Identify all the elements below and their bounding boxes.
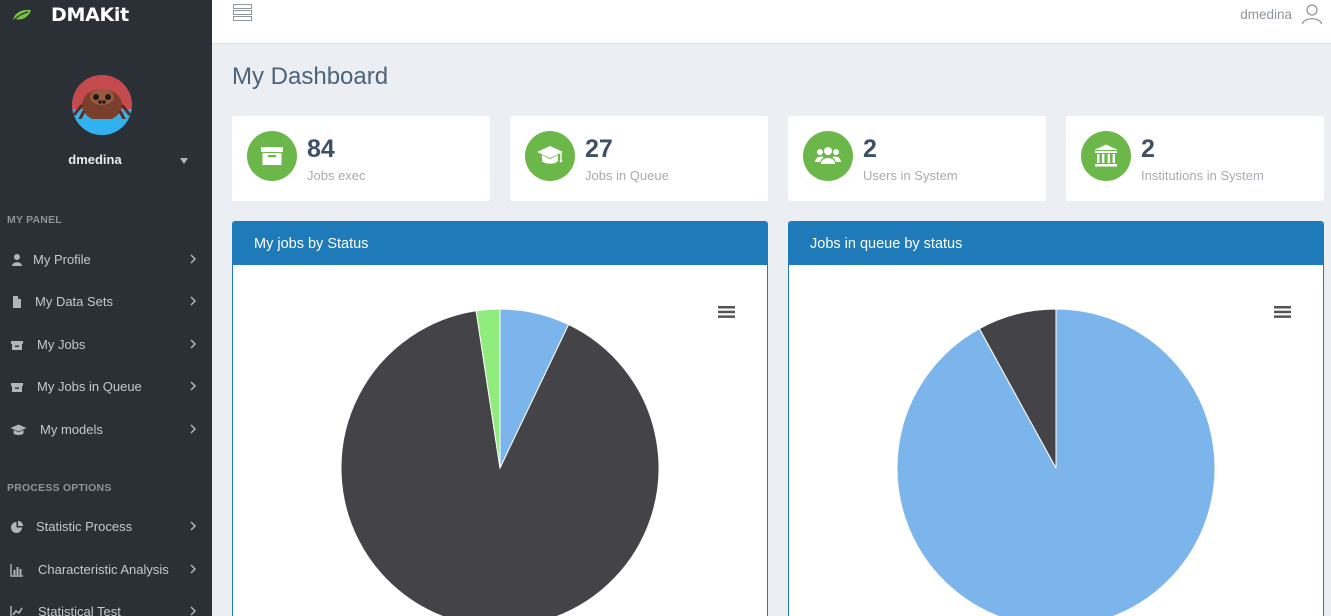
panel-title: Jobs in queue by status [789, 222, 1323, 265]
graduation-cap-icon [537, 146, 563, 164]
line-chart-icon [10, 606, 23, 616]
chevron-right-icon [190, 254, 197, 264]
sidebar-item-label: My Profile [33, 252, 91, 267]
institution-icon [1094, 144, 1118, 167]
archive-icon [11, 341, 23, 350]
sidebar-user-name: dmedina [68, 152, 122, 167]
sidebar: DMAKit dmedina MY PANEL My Profile My Da… [0, 0, 212, 616]
sidebar-item-label: Characteristic Analysis [38, 562, 169, 577]
panel-jobs-in-queue-by-status: Jobs in queue by status [788, 221, 1324, 616]
bar-chart-icon [10, 564, 23, 577]
stat-icon-badge [247, 131, 297, 181]
pie-chart-icon [11, 520, 24, 533]
brand[interactable]: DMAKit [0, 0, 212, 30]
pie-chart-my-jobs [340, 308, 660, 616]
panel-title: My jobs by Status [233, 222, 767, 265]
stat-card-jobs-exec: 84 Jobs exec [232, 116, 490, 201]
users-icon [815, 147, 841, 164]
chevron-right-icon [190, 296, 197, 306]
chevron-right-icon [190, 521, 197, 531]
stat-card-institutions-in-system: 2 Institutions in System [1066, 116, 1324, 201]
leaf-icon [13, 9, 31, 21]
stat-label: Jobs exec [307, 168, 366, 183]
graduation-cap-icon [10, 424, 27, 435]
stat-card-users-in-system: 2 Users in System [788, 116, 1046, 201]
sidebar-item-my-jobs-in-queue[interactable]: My Jobs in Queue [0, 375, 212, 399]
user-outline-icon[interactable] [1301, 3, 1323, 25]
panel-my-jobs-by-status: My jobs by Status [232, 221, 768, 616]
archive-icon [261, 147, 283, 165]
stat-label: Users in System [863, 168, 958, 183]
stat-value: 2 [1141, 135, 1155, 163]
stat-card-jobs-in-queue: 27 Jobs in Queue [510, 116, 768, 201]
stat-label: Jobs in Queue [585, 168, 669, 183]
stat-icon-badge [525, 131, 575, 181]
section-title-process-options: PROCESS OPTIONS [7, 482, 112, 494]
pie-chart-jobs-in-queue [896, 308, 1216, 616]
sidebar-item-label: My models [40, 422, 103, 437]
stat-icon-badge [1081, 131, 1131, 181]
section-title-my-panel: MY PANEL [7, 214, 62, 226]
chevron-right-icon [190, 606, 197, 616]
stat-label: Institutions in System [1141, 168, 1264, 183]
sidebar-item-label: Statistic Process [36, 519, 133, 534]
chevron-right-icon [190, 381, 197, 391]
sidebar-item-label: Statistical Test [38, 604, 121, 616]
brand-name: DMAKit [51, 4, 129, 26]
chevron-right-icon [190, 424, 197, 434]
sidebar-item-statistic-process[interactable]: Statistic Process [0, 515, 212, 539]
sidebar-item-my-data-sets[interactable]: My Data Sets [0, 290, 212, 314]
stat-value: 84 [307, 135, 335, 163]
sidebar-item-statistical-test[interactable]: Statistical Test [0, 600, 212, 616]
topbar: dmedina [212, 0, 1331, 44]
chevron-right-icon [190, 339, 197, 349]
page-title: My Dashboard [232, 63, 389, 90]
topbar-user-name[interactable]: dmedina [1240, 7, 1292, 22]
chevron-right-icon [190, 564, 197, 574]
sidebar-item-my-jobs[interactable]: My Jobs [0, 333, 212, 357]
sidebar-item-my-profile[interactable]: My Profile [0, 248, 212, 272]
archive-icon [11, 383, 23, 392]
caret-down-icon[interactable] [180, 158, 188, 164]
menu-toggle-icon[interactable] [233, 4, 252, 21]
sidebar-item-my-models[interactable]: My models [0, 418, 212, 442]
sidebar-item-label: My Jobs [37, 337, 86, 352]
stat-value: 2 [863, 135, 877, 163]
sidebar-item-label: My Data Sets [35, 294, 114, 309]
sidebar-item-characteristic-analysis[interactable]: Characteristic Analysis [0, 558, 212, 582]
user-icon [12, 254, 22, 266]
stat-icon-badge [803, 131, 853, 181]
sidebar-item-label: My Jobs in Queue [37, 379, 142, 394]
sidebar-user-menu[interactable]: dmedina [0, 152, 212, 172]
file-icon [13, 296, 21, 308]
avatar[interactable] [72, 75, 132, 135]
stat-value: 27 [585, 135, 613, 163]
